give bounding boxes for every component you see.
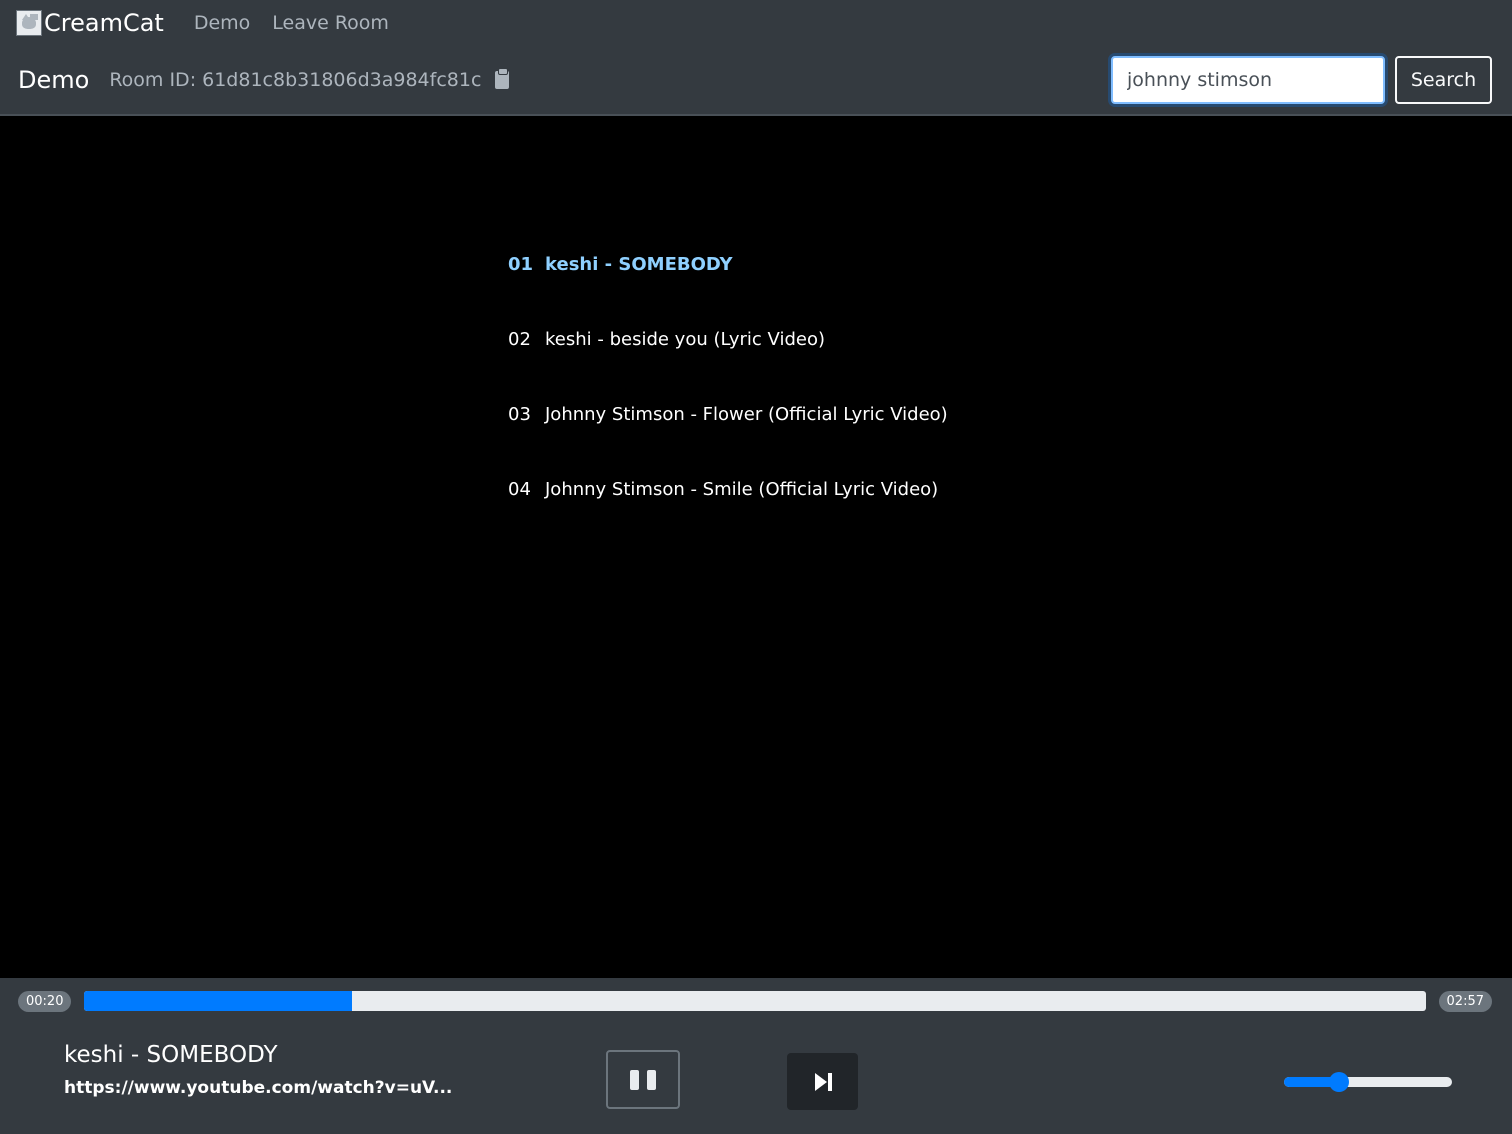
track-title: keshi - SOMEBODY — [545, 254, 733, 275]
playlist-item[interactable]: 04 Johnny Stimson - Smile (Official Lyri… — [508, 479, 948, 554]
room-id: Room ID: 61d81c8b31806d3a984fc81c — [109, 69, 482, 91]
pause-icon — [630, 1069, 656, 1090]
track-number: 02 — [508, 329, 531, 350]
player-bar: 00:20 02:57 keshi - SOMEBODY https://www… — [0, 978, 1512, 1134]
track-title: Johnny Stimson - Smile (Official Lyric V… — [545, 479, 939, 500]
search-button[interactable]: Search — [1395, 56, 1492, 104]
brand-name: CreamCat — [44, 9, 164, 37]
playlist: 01 keshi - SOMEBODY 02 keshi - beside yo… — [508, 254, 948, 554]
volume-thumb[interactable] — [1329, 1072, 1350, 1092]
track-title: Johnny Stimson - Flower (Official Lyric … — [545, 404, 948, 425]
now-playing-title: keshi - SOMEBODY — [64, 1042, 278, 1068]
cat-logo-icon — [16, 10, 42, 36]
total-time-badge: 02:57 — [1438, 991, 1492, 1012]
top-navbar: CreamCat Demo Leave Room — [0, 0, 1512, 46]
nav-link-leave-room[interactable]: Leave Room — [272, 12, 389, 34]
track-number: 01 — [508, 254, 534, 275]
nav-link-demo[interactable]: Demo — [194, 12, 250, 34]
brand-link[interactable]: CreamCat — [16, 9, 164, 37]
pause-button[interactable] — [606, 1050, 680, 1109]
search-input[interactable] — [1111, 56, 1385, 104]
progress-fill — [84, 991, 353, 1011]
track-title: keshi - beside you (Lyric Video) — [545, 329, 826, 350]
room-name: Demo — [18, 66, 90, 94]
track-number: 03 — [508, 404, 531, 425]
skip-next-icon — [814, 1072, 832, 1091]
progress-bar[interactable] — [84, 991, 1426, 1011]
elapsed-time-badge: 00:20 — [18, 991, 72, 1012]
playlist-item[interactable]: 02 keshi - beside you (Lyric Video) — [508, 329, 948, 404]
track-number: 04 — [508, 479, 531, 500]
video-area: 01 keshi - SOMEBODY 02 keshi - beside yo… — [0, 116, 1512, 978]
volume-slider[interactable] — [1284, 1072, 1452, 1092]
skip-next-button[interactable] — [787, 1053, 858, 1110]
playlist-item[interactable]: 01 keshi - SOMEBODY — [508, 254, 948, 329]
search-form: Search — [1111, 56, 1492, 104]
playlist-item[interactable]: 03 Johnny Stimson - Flower (Official Lyr… — [508, 404, 948, 479]
now-playing-url: https://www.youtube.com/watch?v=uV... — [64, 1078, 453, 1098]
room-header: Demo Room ID: 61d81c8b31806d3a984fc81c S… — [0, 46, 1512, 116]
clipboard-icon[interactable] — [495, 68, 510, 89]
